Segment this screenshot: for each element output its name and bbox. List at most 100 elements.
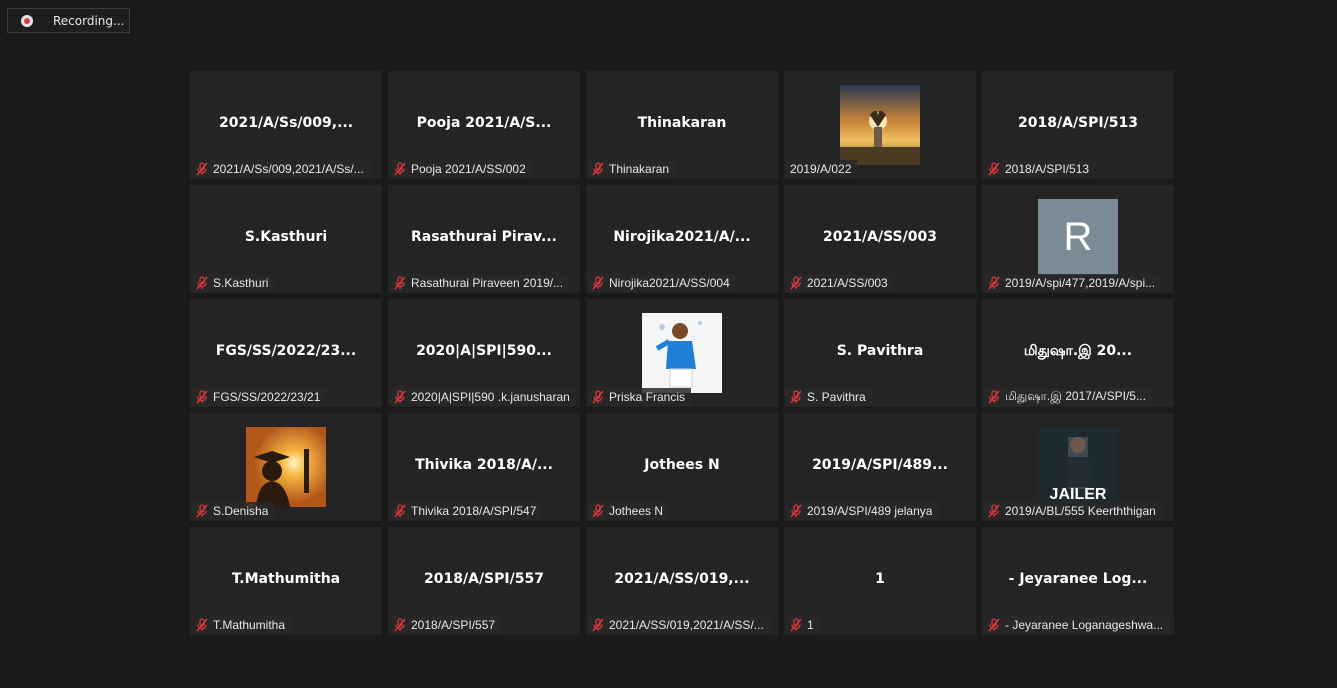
participant-tile[interactable]: 2018/A/SPI/513 2018/A/SPI/513 (982, 71, 1174, 179)
muted-mic-icon (790, 390, 802, 404)
svg-text:JAILER: JAILER (1050, 486, 1107, 503)
participant-tile[interactable]: 2019/A/022 (784, 71, 976, 179)
participant-display-name: 1 (875, 571, 885, 587)
participant-name-tag: S.Kasthuri (192, 274, 275, 292)
participant-tile[interactable]: S. Pavithra S. Pavithra (784, 299, 976, 407)
participant-name-tag: Pooja 2021/A/SS/002 (390, 160, 532, 178)
muted-mic-icon (592, 390, 604, 404)
muted-mic-icon (394, 504, 406, 518)
participant-display-name: Jothees N (644, 457, 720, 473)
participant-tile[interactable]: S.Kasthuri S.Kasthuri (190, 185, 382, 293)
participant-tile[interactable]: 2020|A|SPI|590... 2020|A|SPI|590 .k.janus… (388, 299, 580, 407)
participant-name-tag: 2018/A/SPI/513 (984, 160, 1096, 178)
recording-indicator[interactable]: Recording... (7, 8, 130, 33)
participant-name-label: 2019/A/BL/555 Keerththigan (1005, 504, 1156, 518)
participant-name-label: 2019/A/spi/477,2019/A/spi... (1005, 276, 1156, 290)
muted-mic-icon (988, 618, 1000, 632)
participant-tile[interactable]: 2021/A/Ss/009,... 2021/A/Ss/009,2021/A/Ss… (190, 71, 382, 179)
muted-mic-icon (394, 162, 406, 176)
participant-photo (840, 85, 920, 165)
muted-mic-icon (592, 276, 604, 290)
participant-name-label: - Jeyaranee Loganageshwa... (1005, 618, 1164, 632)
participant-name-tag: Nirojika2021/A/SS/004 (588, 274, 736, 292)
participant-tile[interactable]: 2018/A/SPI/557 2018/A/SPI/557 (388, 527, 580, 635)
participant-name-tag: S. Pavithra (786, 388, 872, 406)
participant-name-label: 2019/A/022 (790, 162, 852, 176)
participant-display-name: 2021/A/Ss/009,... (218, 115, 354, 131)
participant-display-name: 2018/A/SPI/513 (1018, 115, 1138, 131)
participant-display-name: 2021/A/SS/003 (823, 229, 937, 245)
participant-name-tag: 2019/A/spi/477,2019/A/spi... (984, 274, 1162, 292)
participant-name-label: FGS/SS/2022/23/21 (213, 390, 321, 404)
participant-tile[interactable]: 2019/A/SPI/489... 2019/A/SPI/489 jelanya (784, 413, 976, 521)
participant-name-tag: 2021/A/Ss/009,2021/A/Ss/... (192, 160, 370, 178)
participant-tile[interactable]: Thivika 2018/A/... Thivika 2018/A/SPI/547 (388, 413, 580, 521)
participant-name-tag: S.Denisha (192, 502, 275, 520)
participant-tile[interactable]: Nirojika2021/A/... Nirojika2021/A/SS/004 (586, 185, 778, 293)
muted-mic-icon (394, 390, 406, 404)
participant-photo: JAILER (1038, 427, 1118, 507)
participant-tile[interactable]: Rasathurai Pirav... Rasathurai Piraveen 2… (388, 185, 580, 293)
participant-display-name: - Jeyaranee Log... (1008, 571, 1148, 587)
participant-name-label: Nirojika2021/A/SS/004 (609, 276, 730, 290)
participant-tile[interactable]: JAILER 2019/A/BL/555 Keerththigan (982, 413, 1174, 521)
participant-tile[interactable]: Pooja 2021/A/S... Pooja 2021/A/SS/002 (388, 71, 580, 179)
participant-name-tag: Thivika 2018/A/SPI/547 (390, 502, 543, 520)
muted-mic-icon (592, 618, 604, 632)
participant-tile[interactable]: 2021/A/SS/019,... 2021/A/SS/019,2021/A/SS… (586, 527, 778, 635)
muted-mic-icon (196, 162, 208, 176)
participant-tile[interactable]: மிதுஷா.இ 20... மிதுஷா.இ 2017/A/SPI/5... (982, 299, 1174, 407)
muted-mic-icon (790, 276, 802, 290)
participant-tile[interactable]: R 2019/A/spi/477,2019/A/spi... (982, 185, 1174, 293)
participant-name-label: T.Mathumitha (213, 618, 286, 632)
participant-display-name: FGS/SS/2022/23... (215, 343, 357, 359)
muted-mic-icon (988, 390, 1000, 404)
muted-mic-icon (394, 618, 406, 632)
participant-name-label: 2019/A/SPI/489 jelanya (807, 504, 933, 518)
participant-display-name: Thinakaran (637, 115, 727, 131)
participant-tile[interactable]: S.Denisha (190, 413, 382, 521)
participant-photo (246, 427, 326, 507)
participant-initial-avatar: R (1038, 199, 1118, 275)
participant-name-label: Rasathurai Piraveen 2019/... (411, 276, 564, 290)
participant-name-tag: T.Mathumitha (192, 616, 292, 634)
participant-tile[interactable]: - Jeyaranee Log... - Jeyaranee Loganagesh… (982, 527, 1174, 635)
participant-name-tag: - Jeyaranee Loganageshwa... (984, 616, 1170, 634)
muted-mic-icon (790, 504, 802, 518)
participant-tile[interactable]: 2021/A/SS/003 2021/A/SS/003 (784, 185, 976, 293)
participant-name-label: மிதுஷா.இ 2017/A/SPI/5... (1005, 389, 1146, 403)
muted-mic-icon (196, 390, 208, 404)
participant-name-label: 2021/A/SS/003 (807, 276, 888, 290)
participant-name-label: S.Kasthuri (213, 276, 269, 290)
participant-gallery: 2021/A/Ss/009,... 2021/A/Ss/009,2021/A/Ss… (190, 71, 1174, 635)
muted-mic-icon (592, 504, 604, 518)
participant-name-label: 2021/A/SS/019,2021/A/SS/... (609, 618, 764, 632)
participant-display-name: T.Mathumitha (231, 571, 341, 587)
muted-mic-icon (394, 276, 406, 290)
participant-name-label: 2020|A|SPI|590 .k.janusharan (411, 390, 570, 404)
muted-mic-icon (592, 162, 604, 176)
participant-tile[interactable]: Jothees N Jothees N (586, 413, 778, 521)
participant-name-label: 2018/A/SPI/557 (411, 618, 496, 632)
participant-display-name: 2021/A/SS/019,... (614, 571, 750, 587)
participant-name-label: S.Denisha (213, 504, 269, 518)
muted-mic-icon (988, 504, 1000, 518)
participant-display-name: Rasathurai Pirav... (410, 229, 557, 245)
participant-tile[interactable]: T.Mathumitha T.Mathumitha (190, 527, 382, 635)
muted-mic-icon (196, 618, 208, 632)
participant-tile[interactable]: 11 (784, 527, 976, 635)
participant-name-tag: 2020|A|SPI|590 .k.janusharan (390, 388, 576, 406)
recording-label: Recording... (53, 13, 125, 28)
participant-tile[interactable]: Priska Francis (586, 299, 778, 407)
participant-name-tag: FGS/SS/2022/23/21 (192, 388, 327, 406)
participant-name-label: Priska Francis (609, 390, 686, 404)
participant-name-tag: 2021/A/SS/003 (786, 274, 894, 292)
participant-name-tag: Rasathurai Piraveen 2019/... (390, 274, 570, 292)
participant-display-name: 2018/A/SPI/557 (424, 571, 544, 587)
participant-tile[interactable]: Thinakaran Thinakaran (586, 71, 778, 179)
participant-name-tag: 2019/A/SPI/489 jelanya (786, 502, 939, 520)
participant-tile[interactable]: FGS/SS/2022/23... FGS/SS/2022/23/21 (190, 299, 382, 407)
participant-name-label: 2021/A/Ss/009,2021/A/Ss/... (213, 162, 364, 176)
participant-display-name: 2019/A/SPI/489... (812, 457, 948, 473)
participant-name-tag: 1 (786, 616, 820, 634)
